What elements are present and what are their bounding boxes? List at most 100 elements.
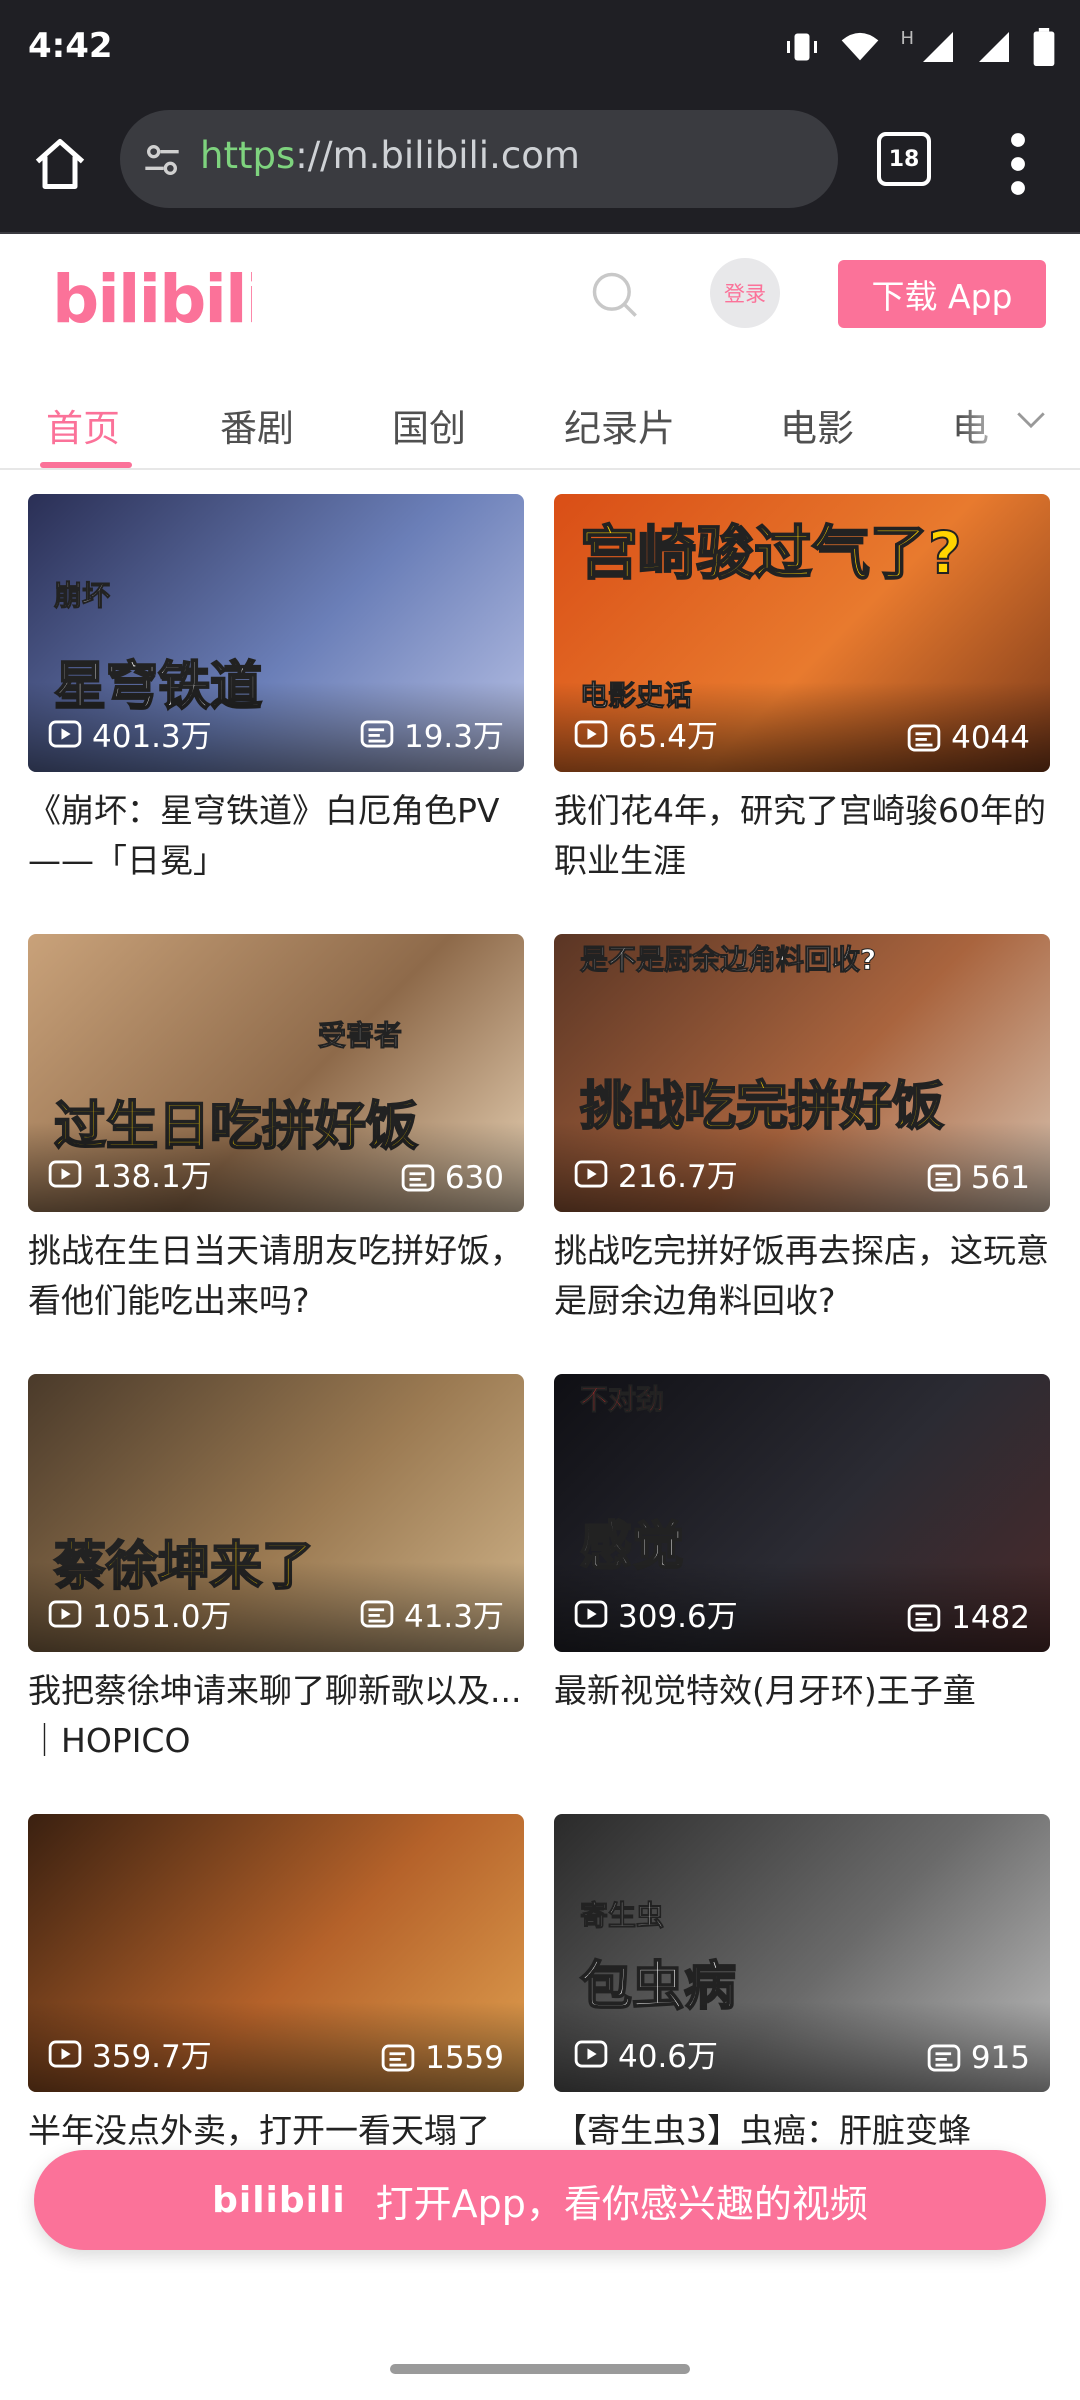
home-icon[interactable] bbox=[30, 134, 90, 194]
status-time: 4:42 bbox=[28, 26, 113, 66]
tab-home[interactable]: 首页 bbox=[46, 398, 120, 452]
danmaku-icon bbox=[907, 724, 941, 752]
danmaku-icon bbox=[360, 720, 394, 747]
video-thumbnail[interactable]: 宫崎骏过气了? 电影史话 65.4万 4044 bbox=[554, 494, 1050, 772]
thumbnail-caption: 宫崎骏过气了? bbox=[579, 518, 963, 588]
video-card-5[interactable]: 蔡徐坤来了 1051.0万 41.3万 我把蔡徐坤请来聊了聊新歌以及...｜HO… bbox=[28, 1374, 524, 1766]
danmaku-count-value: 1559 bbox=[425, 2040, 504, 2076]
active-tab-indicator bbox=[40, 462, 132, 468]
thumbnail-subcaption: 崩坏 bbox=[53, 579, 111, 613]
danmaku-icon bbox=[927, 1164, 961, 1192]
svg-text:bilibili: bilibili bbox=[52, 261, 252, 338]
video-thumbnail[interactable]: 359.7万 1559 bbox=[28, 1814, 524, 2092]
thumbnail-subcaption: 寄生虫 bbox=[579, 1899, 665, 1933]
video-title[interactable]: 《崩坏：星穹铁道》白厄角色PV——「日冕」 bbox=[28, 786, 524, 886]
video-thumbnail[interactable]: 蔡徐坤来了 1051.0万 41.3万 bbox=[28, 1374, 524, 1652]
open-app-banner[interactable]: bilibili 打开App，看你感兴趣的视频 bbox=[34, 2150, 1046, 2250]
video-title[interactable]: 我们花4年，研究了宫崎骏60年的职业生涯 bbox=[554, 786, 1050, 886]
more-menu-icon[interactable] bbox=[1008, 132, 1028, 196]
danmaku-count: 4044 bbox=[907, 720, 1030, 756]
video-title[interactable]: 挑战吃完拼好饭再去探店，这玩意是厨余边角料回收? bbox=[554, 1226, 1050, 1326]
thumbnail-subcaption: 是不是厨余边角料回收? bbox=[579, 943, 877, 977]
video-card-8[interactable]: 包虫病 寄生虫 40.6万 915 【寄生虫3】虫癌：肝脏变蜂 bbox=[554, 1814, 1050, 2206]
danmaku-count-value: 915 bbox=[970, 2040, 1030, 2076]
play-count-icon bbox=[574, 1600, 608, 1627]
status-bar: 4:42 H bbox=[0, 0, 1080, 98]
site-settings-icon[interactable] bbox=[142, 140, 182, 180]
video-card-6[interactable]: 感觉 不对劲 309.6万 1482 最新视觉特效(月牙环)王子童 bbox=[554, 1374, 1050, 1766]
download-app-button[interactable]: 下载 App bbox=[838, 260, 1046, 328]
video-card-4[interactable]: 挑战吃完拼好饭 是不是厨余边角料回收? 216.7万 561 挑战吃完拼好饭再去… bbox=[554, 934, 1050, 1326]
play-count-value: 359.7万 bbox=[92, 2039, 212, 2075]
url-scheme: https bbox=[200, 134, 296, 177]
site-header: bilibili 登录 下载 App bbox=[0, 234, 1080, 362]
browser-toolbar: https://m.bilibili.com 18 bbox=[0, 98, 1080, 234]
tab-count: 18 bbox=[888, 146, 920, 172]
bilibili-logo[interactable]: bilibili bbox=[52, 248, 252, 344]
chevron-down-icon[interactable] bbox=[1014, 402, 1048, 436]
video-title[interactable]: 挑战在生日当天请朋友吃拼好饭，看他们能吃出来吗? bbox=[28, 1226, 524, 1326]
video-card-1[interactable]: 星穹铁道 崩坏 401.3万 19.3万 《崩坏：星穹铁道》白厄角色PV——「日… bbox=[28, 494, 524, 886]
play-count: 401.3万 bbox=[48, 711, 212, 756]
gesture-bar[interactable] bbox=[390, 2364, 690, 2374]
play-count: 1051.0万 bbox=[48, 1591, 231, 1636]
play-count-value: 401.3万 bbox=[92, 719, 212, 755]
play-count: 40.6万 bbox=[574, 2031, 718, 2076]
play-count-value: 65.4万 bbox=[618, 719, 719, 755]
tab-documentary[interactable]: 纪录片 bbox=[564, 398, 675, 452]
tab-guochuang[interactable]: 国创 bbox=[392, 398, 466, 452]
video-title[interactable]: 最新视觉特效(月牙环)王子童 bbox=[554, 1666, 1050, 1766]
play-count: 309.6万 bbox=[574, 1591, 738, 1636]
danmaku-count: 19.3万 bbox=[360, 711, 504, 756]
thumbnail-subcaption: 受害者 bbox=[317, 1019, 403, 1053]
danmaku-icon bbox=[907, 1604, 941, 1632]
video-thumbnail[interactable]: 挑战吃完拼好饭 是不是厨余边角料回收? 216.7万 561 bbox=[554, 934, 1050, 1212]
signal-icon-2 bbox=[979, 32, 1009, 62]
play-count: 216.7万 bbox=[574, 1151, 738, 1196]
network-type-label: H bbox=[900, 27, 914, 49]
danmaku-count: 1559 bbox=[381, 2040, 504, 2076]
bilibili-mini-logo: bilibili bbox=[212, 2179, 346, 2221]
play-count-icon bbox=[574, 2040, 608, 2067]
video-thumbnail[interactable]: 星穹铁道 崩坏 401.3万 19.3万 bbox=[28, 494, 524, 772]
danmaku-count-value: 1482 bbox=[951, 1600, 1030, 1636]
danmaku-count: 1482 bbox=[907, 1600, 1030, 1636]
video-thumbnail[interactable]: 包虫病 寄生虫 40.6万 915 bbox=[554, 1814, 1050, 2092]
vibrate-icon bbox=[787, 33, 818, 61]
url-host: ://m.bilibili.com bbox=[295, 134, 580, 177]
address-bar[interactable]: https://m.bilibili.com bbox=[120, 110, 838, 208]
search-icon[interactable] bbox=[588, 268, 640, 320]
video-card-2[interactable]: 宫崎骏过气了? 电影史话 65.4万 4044 我们花4年，研究了宫崎骏60年的… bbox=[554, 494, 1050, 886]
play-count: 359.7万 bbox=[48, 2031, 212, 2076]
danmaku-count: 915 bbox=[927, 2040, 1030, 2076]
video-thumbnail[interactable]: 感觉 不对劲 309.6万 1482 bbox=[554, 1374, 1050, 1652]
play-count-icon bbox=[48, 2040, 82, 2067]
video-card-3[interactable]: 过生日吃拼好饭 受害者 138.1万 630 挑战在生日当天请朋友吃拼好饭，看他… bbox=[28, 934, 524, 1326]
tab-movie[interactable]: 电影 bbox=[780, 398, 854, 452]
play-count-value: 1051.0万 bbox=[92, 1599, 232, 1635]
video-title[interactable]: 我把蔡徐坤请来聊了聊新歌以及...｜HOPICO bbox=[28, 1666, 524, 1766]
danmaku-count-value: 19.3万 bbox=[403, 719, 504, 755]
play-count-value: 309.6万 bbox=[618, 1599, 738, 1635]
thumbnail-subcaption: 不对劲 bbox=[579, 1383, 665, 1417]
play-count-icon bbox=[48, 720, 82, 747]
play-count-icon bbox=[574, 720, 608, 747]
tab-switcher-button[interactable]: 18 bbox=[877, 132, 931, 186]
danmaku-count: 41.3万 bbox=[360, 1591, 504, 1636]
danmaku-count: 561 bbox=[927, 1160, 1030, 1196]
play-count-icon bbox=[48, 1600, 82, 1627]
danmaku-count: 630 bbox=[401, 1160, 504, 1196]
tab-bangumi[interactable]: 番剧 bbox=[220, 398, 294, 452]
url-text[interactable]: https://m.bilibili.com bbox=[200, 134, 580, 177]
video-thumbnail[interactable]: 过生日吃拼好饭 受害者 138.1万 630 bbox=[28, 934, 524, 1212]
play-count-value: 216.7万 bbox=[618, 1159, 738, 1195]
login-button[interactable]: 登录 bbox=[710, 258, 780, 328]
battery-icon bbox=[1033, 28, 1055, 66]
play-count-icon bbox=[574, 1160, 608, 1187]
video-card-7[interactable]: 359.7万 1559 半年没点外卖，打开一看天塌了 bbox=[28, 1814, 524, 2206]
signal-icon bbox=[923, 32, 953, 62]
danmaku-count-value: 630 bbox=[444, 1160, 504, 1196]
play-count-icon bbox=[48, 1160, 82, 1187]
danmaku-count-value: 4044 bbox=[951, 720, 1030, 756]
danmaku-icon bbox=[401, 1164, 435, 1192]
